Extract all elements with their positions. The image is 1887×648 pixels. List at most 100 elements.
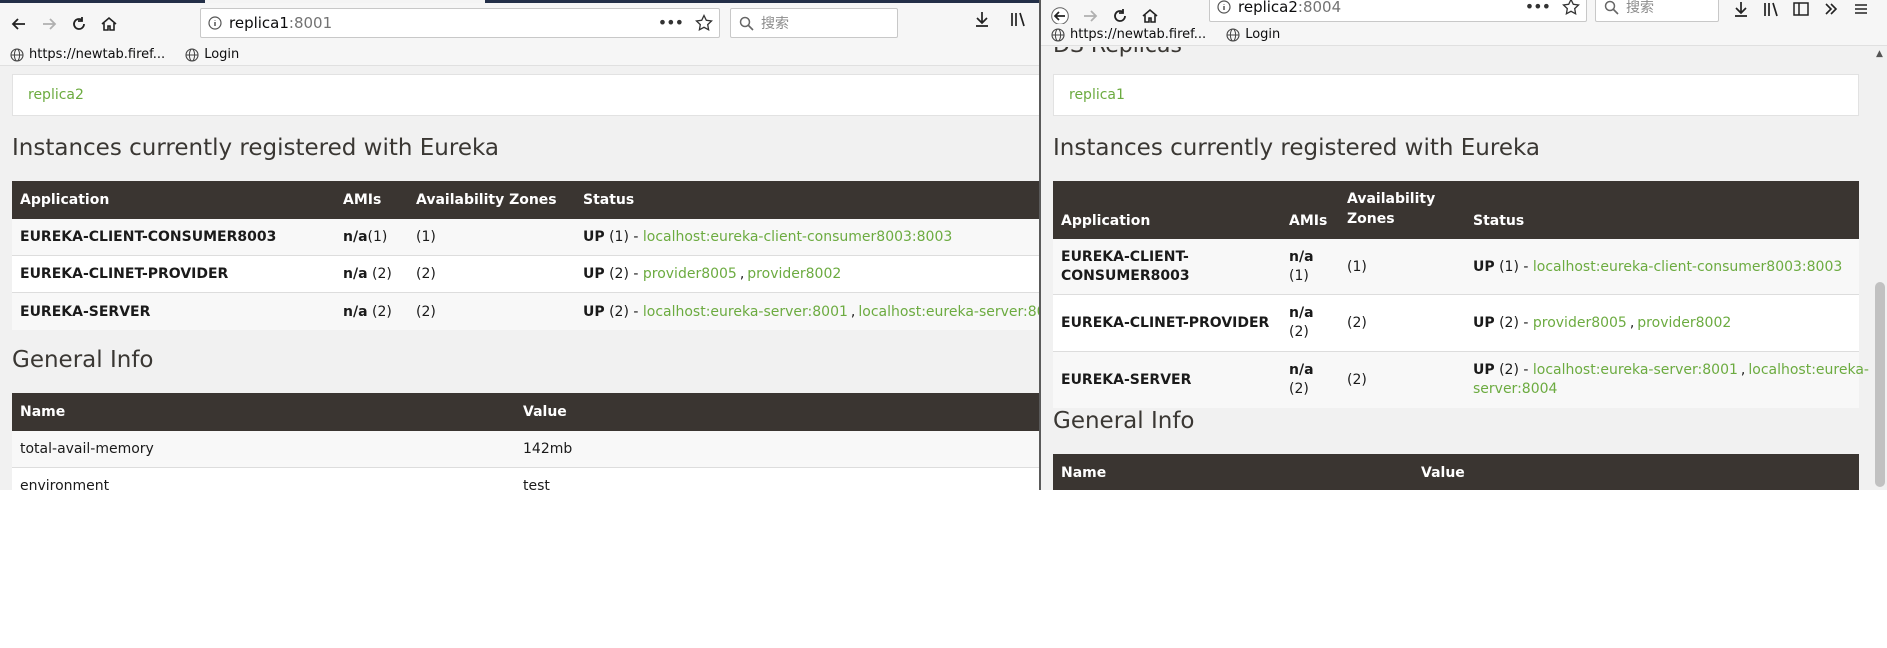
library-icon[interactable] — [1008, 8, 1028, 30]
back-button[interactable] — [6, 11, 32, 37]
status-cell: UP (2) - provider8005, provider8002 — [1473, 315, 1732, 331]
app-name: EUREKA-SERVER — [1061, 372, 1192, 388]
amis-count: (2) — [1289, 381, 1309, 397]
instance-link[interactable]: localhost:eureka-server:8001 — [1533, 362, 1738, 378]
ds-replicas-heading: DS Replicas — [1053, 47, 1182, 58]
amis-value: n/a — [343, 266, 368, 282]
amis-count: (1) — [1289, 267, 1309, 284]
url-bar[interactable]: replica1:8001 ••• — [200, 8, 720, 38]
zones-cell: (2) — [416, 266, 436, 282]
sidebar-icon[interactable] — [1791, 0, 1811, 20]
app-name: EUREKA-CLINET-PROVIDER — [1061, 315, 1270, 331]
zones-cell: (2) — [1347, 315, 1367, 331]
zones-cell: (1) — [416, 229, 436, 245]
header-name: Name — [20, 404, 66, 420]
bookmark-login[interactable]: Login — [185, 47, 239, 62]
instance-link[interactable]: localhost:eureka- — [1748, 362, 1869, 378]
header-value: Value — [1421, 465, 1465, 481]
header-zones: Availability Zones — [416, 192, 557, 208]
info-icon[interactable] — [201, 16, 229, 30]
status-up: UP — [1473, 315, 1495, 331]
ds-replicas-box: replica2 — [12, 74, 1040, 116]
scroll-up-arrow-icon[interactable]: ▲ — [1876, 49, 1883, 59]
instance-link[interactable]: localhost:eureka-client-consumer8003:800… — [1533, 259, 1842, 275]
header-zones: Availability Zones — [1339, 189, 1465, 239]
browser-window-replica2: replica2:8004 ••• 搜索 https://newtab.fir… — [1039, 0, 1887, 490]
table-row: EUREKA-CLIENT-CONSUMER8003 n/a (1) (1) U… — [12, 219, 1040, 256]
bookmark-newtab[interactable]: https://newtab.firef... — [1051, 27, 1206, 42]
app-name-line2: CONSUMER8003 — [1061, 267, 1190, 284]
table-row: environment test — [12, 468, 1040, 490]
replica-link[interactable]: replica1 — [1069, 87, 1125, 103]
instance-link[interactable]: localhost:eureka-client-consumer8003:800… — [643, 229, 952, 245]
instances-table: Application AMIs Availability Zones Stat… — [12, 181, 1040, 330]
forward-arrow-icon — [1084, 10, 1098, 22]
bookmark-newtab[interactable]: https://newtab.firef... — [10, 47, 165, 62]
instance-link[interactable]: localhost:eureka-server:8004 — [858, 304, 1040, 320]
search-icon — [731, 16, 761, 31]
header-amis: AMIs — [1289, 213, 1328, 229]
amis-cell: n/a (1) — [1281, 239, 1339, 294]
replica-link[interactable]: replica2 — [28, 87, 84, 103]
bookmark-star-icon[interactable] — [1562, 0, 1580, 16]
bookmark-login[interactable]: Login — [1226, 27, 1280, 42]
status-up: UP — [1473, 258, 1495, 275]
status-line1: UP (2) - localhost:eureka-server:8001, lo… — [1473, 362, 1869, 378]
status-up: UP — [583, 303, 605, 320]
search-field[interactable]: 搜索 — [1595, 0, 1719, 22]
amis-value: n/a — [343, 303, 368, 320]
amis-count: (1) — [367, 229, 388, 245]
info-icon[interactable] — [1210, 0, 1238, 14]
url-bar[interactable]: replica2:8004 ••• — [1209, 0, 1587, 22]
amis-count: (2) — [1289, 324, 1309, 340]
bookmark-star-icon[interactable] — [695, 13, 713, 32]
status-count: (2) - — [604, 266, 643, 282]
header-zones-line1: Availability — [1347, 191, 1436, 207]
status-count: (2) - — [604, 303, 643, 320]
search-field[interactable]: 搜索 — [730, 8, 898, 38]
general-info-heading: General Info — [1053, 408, 1195, 434]
home-icon — [1142, 8, 1158, 23]
forward-button[interactable] — [36, 11, 62, 37]
header-application: Application — [20, 192, 110, 208]
instance-link[interactable]: provider8005 — [1533, 315, 1627, 331]
status-count: (1) - — [604, 229, 643, 245]
info-value: test — [523, 478, 550, 490]
menu-icon[interactable] — [1851, 0, 1871, 20]
page-actions-icon[interactable]: ••• — [658, 13, 684, 32]
instances-heading: Instances currently registered with Eure… — [1053, 135, 1540, 161]
home-button[interactable] — [96, 11, 122, 37]
table-row: EUREKA-SERVER n/a (2) (2) UP (2) - localh… — [1053, 352, 1869, 408]
instance-link[interactable]: localhost:eureka-server:8001 — [643, 304, 848, 320]
overflow-chevron-icon[interactable] — [1821, 0, 1841, 20]
instance-link[interactable]: provider8002 — [747, 266, 841, 282]
home-icon — [101, 16, 117, 31]
library-icon[interactable] — [1761, 0, 1781, 20]
status-count: (2) - — [1494, 362, 1533, 378]
vertical-scrollbar[interactable]: ▲ — [1873, 47, 1887, 490]
reload-icon — [1114, 9, 1126, 22]
back-arrow-icon — [11, 17, 25, 30]
amis-cell: n/a (1) — [335, 219, 408, 255]
table-header-row: Name Value — [1053, 454, 1859, 490]
app-name: EUREKA-CLINET-PROVIDER — [20, 266, 229, 282]
status-count: (2) - — [1494, 315, 1533, 331]
instance-link[interactable]: provider8002 — [1637, 315, 1731, 331]
forward-arrow-icon — [43, 17, 57, 30]
table-row: EUREKA-CLINET-PROVIDER n/a (2) (2) UP (2… — [12, 256, 1040, 293]
page-actions-icon[interactable]: ••• — [1525, 0, 1551, 16]
info-value: 142mb — [523, 441, 573, 457]
amis-cell: n/a (2) — [1281, 295, 1339, 351]
instance-link-wrap[interactable]: server:8004 — [1473, 380, 1557, 399]
url-port: :8001 — [288, 14, 333, 32]
info-name: total-avail-memory — [20, 441, 154, 457]
zones-cell: (2) — [1347, 372, 1367, 388]
scrollbar-thumb[interactable] — [1875, 282, 1885, 487]
amis-value: n/a — [1289, 305, 1314, 321]
instance-link[interactable]: provider8005 — [643, 266, 737, 282]
amis-value: n/a — [343, 229, 368, 245]
reload-button[interactable] — [66, 11, 92, 37]
download-icon[interactable] — [1731, 0, 1751, 20]
globe-icon — [1051, 27, 1065, 42]
download-icon[interactable] — [972, 8, 992, 30]
